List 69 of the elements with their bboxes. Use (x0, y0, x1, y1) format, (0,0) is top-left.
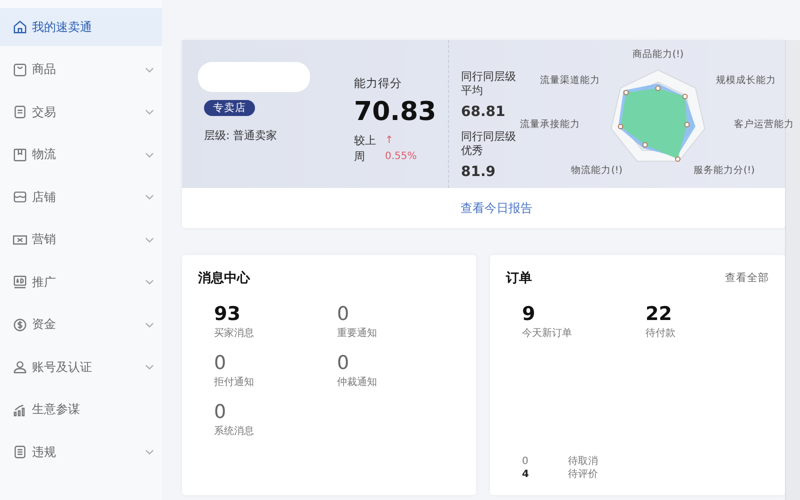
stat-label: 买家消息 (214, 326, 255, 340)
peer-label: 同行同层级优秀 (461, 130, 517, 158)
report-link[interactable]: 查看今日报告 (460, 200, 532, 216)
peer-value: 68.81 (461, 104, 506, 120)
sidebar-item[interactable]: 我的速卖通 (0, 8, 162, 46)
pending-label: 待取消 (568, 455, 599, 468)
radar-axis-label: 物流能力(!) (571, 164, 622, 177)
sidebar-item[interactable]: 商品 (0, 50, 162, 88)
stat-label: 仲裁通知 (337, 376, 378, 389)
stat-label: 待付款 (646, 326, 676, 340)
sidebar-item[interactable]: 推广 (0, 263, 162, 301)
pending-label: 待评价 (568, 468, 599, 481)
sidebar-item[interactable]: 营销 (0, 220, 162, 258)
stat-value: 93 (214, 303, 242, 325)
radar-axis-label: 商品能力(!) (632, 48, 684, 61)
stat-label: 重要通知 (337, 326, 378, 340)
sidebar-item[interactable]: 交易 (0, 93, 162, 131)
seller-level: 层级: 普通卖家 (204, 128, 278, 143)
menu-item-icon (12, 19, 28, 35)
card-title: 订单 (506, 270, 532, 287)
sidebar-item[interactable]: 资金 (0, 306, 162, 344)
stat-value: 0 (214, 352, 228, 374)
menu-item-icon (12, 189, 28, 205)
view-all-link[interactable]: 查看全部 (725, 271, 769, 285)
stat-label: 今天新订单 (522, 326, 573, 340)
chevron-down-icon (145, 236, 154, 242)
change-label: 较上周 (354, 133, 377, 165)
menu-item-icon (12, 444, 28, 460)
chevron-down-icon (145, 322, 154, 328)
menu-item-icon (12, 62, 28, 78)
radar-axis-label: 服务能力分(!) (694, 164, 755, 177)
sidebar-item[interactable]: 生意参谋 (0, 390, 162, 428)
chevron-down-icon (145, 279, 154, 285)
score-value: 70.83 (354, 96, 436, 129)
store-type-badge: 专卖店 (204, 100, 255, 116)
stat-label: 拒付通知 (214, 376, 255, 389)
pending-count: 0 (522, 455, 530, 468)
chevron-down-icon (145, 66, 154, 72)
stat-value: 9 (522, 303, 536, 325)
radar-axis-label: 规模成长能力 (716, 74, 776, 87)
sidebar-item[interactable]: 账号及认证 (0, 348, 162, 386)
stat-value: 0 (337, 352, 350, 374)
peer-label: 同行同层级平均 (461, 70, 517, 98)
chevron-down-icon (145, 364, 154, 370)
stat-value: 0 (337, 303, 350, 325)
chevron-down-icon (145, 449, 154, 455)
stat-label: 系统消息 (214, 424, 255, 438)
sidebar-item[interactable]: 违规 (0, 433, 162, 471)
radar-axis-label: 客户运营能力 (734, 118, 794, 131)
menu-item-icon (12, 359, 28, 375)
card-title: 消息中心 (198, 270, 252, 287)
chevron-down-icon (145, 194, 154, 200)
menu-item-icon (12, 104, 28, 120)
menu-item-icon (12, 146, 28, 162)
change-value: 0.55% (385, 150, 417, 164)
chevron-down-icon (145, 152, 154, 158)
stat-value: 0 (214, 401, 228, 423)
chevron-down-icon (145, 109, 154, 115)
radar-axis-label: 流量渠道能力 (540, 74, 600, 87)
sidebar-item[interactable]: 店铺 (0, 178, 162, 216)
menu-item-icon (12, 316, 28, 332)
up-arrow: ↑ (385, 134, 394, 148)
menu-item-icon (12, 274, 28, 290)
stat-value: 22 (646, 303, 673, 325)
pending-count: 4 (522, 468, 530, 481)
peer-value: 81.9 (461, 164, 497, 180)
radar-axis-label: 流量承接能力 (520, 118, 580, 131)
score-label: 能力得分 (354, 76, 403, 91)
sidebar-item[interactable]: 物流 (0, 136, 162, 174)
